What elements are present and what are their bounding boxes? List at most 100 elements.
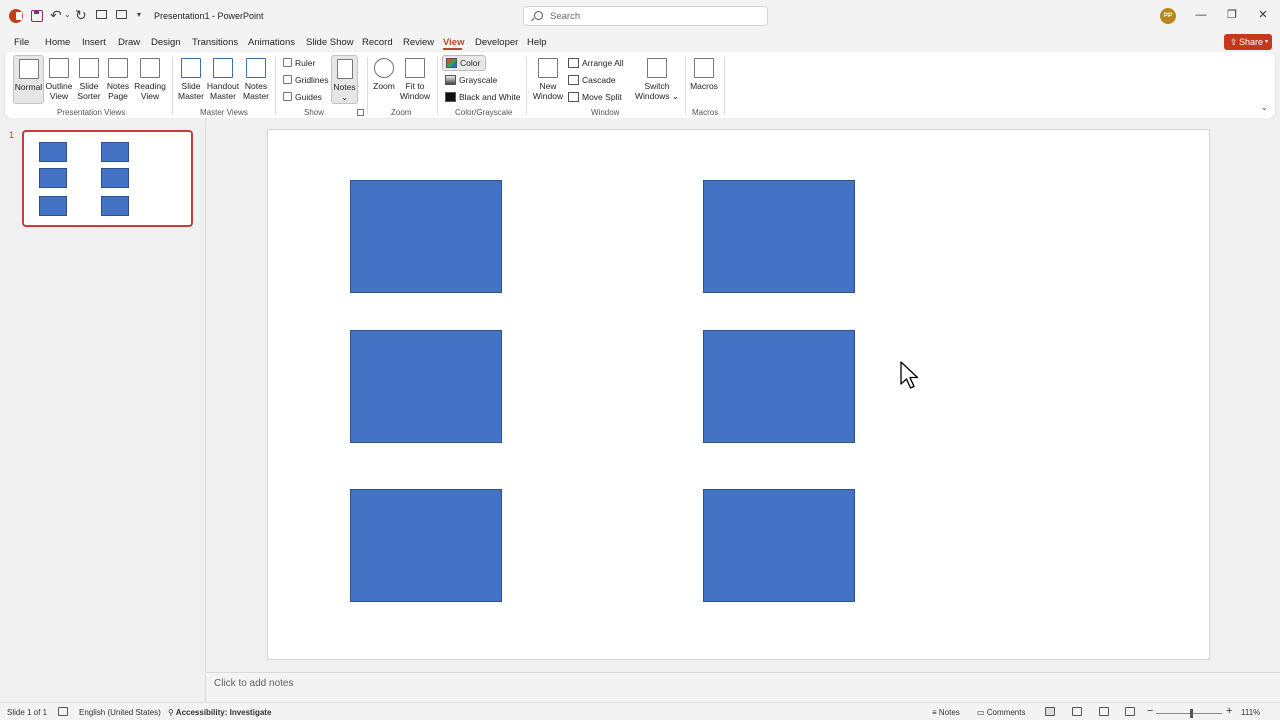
rectangle-shape[interactable] [350,180,502,293]
gridlines-label: Gridlines [295,75,329,85]
handout-master-button[interactable]: Handout Master [206,58,240,101]
arrange-all-button[interactable]: Arrange All [568,58,624,68]
normal-view-button[interactable]: Normal [13,55,44,104]
open-folder-icon[interactable] [116,10,127,19]
gridlines-checkbox[interactable]: Gridlines [283,75,329,85]
ruler-checkbox[interactable]: Ruler [283,58,315,68]
share-button[interactable]: ⇪ Share ▾ [1224,34,1272,50]
language-status[interactable]: English (United States) [79,708,161,717]
color-label: Color [460,58,481,68]
move-split-button[interactable]: Move Split [568,92,622,102]
rectangle-shape[interactable] [350,489,502,602]
zoom-slider[interactable] [1156,713,1222,714]
zoom-level[interactable]: 111% [1241,708,1260,717]
zoom-in-button[interactable]: + [1226,705,1232,717]
handout-master-label-2: Master [210,91,236,101]
rectangle-shape[interactable] [703,489,855,602]
arrange-all-label: Arrange All [582,58,624,68]
slide-sorter-button[interactable]: Slide Sorter [75,58,103,101]
comments-status-button[interactable]: ▭ Comments [977,708,1025,717]
close-button[interactable]: ✕ [1256,8,1270,22]
tab-design[interactable]: Design [151,37,181,48]
rectangle-shape[interactable] [703,180,855,293]
share-dropdown-icon[interactable]: ▾ [1265,38,1268,45]
slide-sorter-status-icon[interactable] [1072,707,1082,716]
tab-developer[interactable]: Developer [475,37,518,48]
guides-checkbox[interactable]: Guides [283,92,322,102]
slideshow-status-icon[interactable] [1125,707,1135,716]
fit-to-window-button[interactable]: Fit to Window [398,58,432,101]
fit-label-1: Fit to [405,81,425,91]
new-window-button[interactable]: New Window [532,58,564,101]
tab-view[interactable]: View [443,37,464,48]
black-and-white-label: Black and White [459,92,521,102]
search-input[interactable] [550,10,750,23]
color-swatch-icon [446,58,457,68]
share-icon: ⇪ [1230,37,1238,47]
tab-slide-show[interactable]: Slide Show [306,37,354,48]
tab-help[interactable]: Help [527,37,547,48]
ribbon-tabs: File Home Insert Draw Design Transitions… [0,32,1280,52]
macros-button[interactable]: Macros [689,58,719,91]
save-icon[interactable] [31,10,43,22]
tab-record[interactable]: Record [362,37,393,48]
show-dialog-launcher-icon[interactable] [357,109,364,116]
grayscale-button[interactable]: Grayscale [445,75,497,85]
color-button[interactable]: Color [442,55,487,71]
start-slideshow-icon[interactable] [96,10,107,19]
black-and-white-button[interactable]: Black and White [445,92,520,102]
accessibility-status[interactable]: ⚲ Accessibility: Investigate [168,708,271,717]
powerpoint-logo-icon [9,9,23,23]
tab-transitions[interactable]: Transitions [192,37,238,48]
spelling-check-icon[interactable] [58,707,68,716]
collapse-ribbon-icon[interactable]: ⌄ [1261,103,1268,112]
new-window-label-2: Window [532,91,564,101]
notes-pane[interactable]: Click to add notes [207,672,1280,702]
customize-qat-icon[interactable]: ▾ [137,10,141,19]
notes-placeholder[interactable]: Click to add notes [214,678,294,689]
notes-toggle-button[interactable]: Notes ⌄ [331,55,358,104]
slide-count: Slide 1 of 1 [7,708,48,717]
slide-canvas[interactable] [267,129,1210,660]
slide-master-button[interactable]: Slide Master [177,58,205,101]
minimize-button[interactable]: — [1194,8,1208,22]
slide-number: 1 [9,130,15,140]
notes-master-button[interactable]: Notes Master [241,58,271,101]
redo-icon[interactable]: ↻ [75,7,87,24]
tab-insert[interactable]: Insert [82,37,106,48]
normal-view-status-icon[interactable] [1045,707,1055,716]
zoom-slider-handle[interactable] [1190,709,1193,718]
tab-animations[interactable]: Animations [248,37,295,48]
rectangle-shape[interactable] [703,330,855,443]
fit-to-window-icon [405,58,425,78]
notes-page-button[interactable]: Notes Page [104,58,132,101]
undo-icon[interactable]: ↶ [50,7,62,24]
notes-dropdown-icon: ⌄ [340,92,349,102]
cascade-button[interactable]: Cascade [568,75,616,85]
tab-home[interactable]: Home [45,37,70,48]
comments-icon: ▭ [977,708,987,717]
undo-dropdown-icon[interactable]: ⌄ [64,10,71,19]
notes-status-button[interactable]: ≡ Notes [932,708,960,717]
user-avatar[interactable]: PP [1160,8,1176,24]
reading-view-status-icon[interactable] [1099,707,1109,716]
reading-view-button[interactable]: Reading View [133,58,167,101]
zoom-button[interactable]: Zoom [371,58,397,91]
tab-review[interactable]: Review [403,37,434,48]
tab-file[interactable]: File [14,37,29,48]
search-box[interactable] [523,6,768,26]
switch-windows-button[interactable]: Switch Windows ⌄ [634,58,680,101]
reading-view-label-2: View [140,91,160,101]
macros-label: Macros [690,81,718,91]
document-title: Presentation1 - PowerPoint [154,11,264,21]
restore-button[interactable]: ❐ [1225,8,1239,22]
new-window-label-1: New [539,81,557,91]
zoom-out-button[interactable]: − [1147,705,1153,717]
outline-view-button[interactable]: Outline View [44,58,74,101]
slide-thumbnail[interactable] [22,130,193,227]
notes-master-label-2: Master [243,91,269,101]
tab-draw[interactable]: Draw [118,37,140,48]
slide-sorter-label-2: Sorter [77,91,101,101]
rectangle-shape[interactable] [350,330,502,443]
slide-master-label-2: Master [178,91,204,101]
